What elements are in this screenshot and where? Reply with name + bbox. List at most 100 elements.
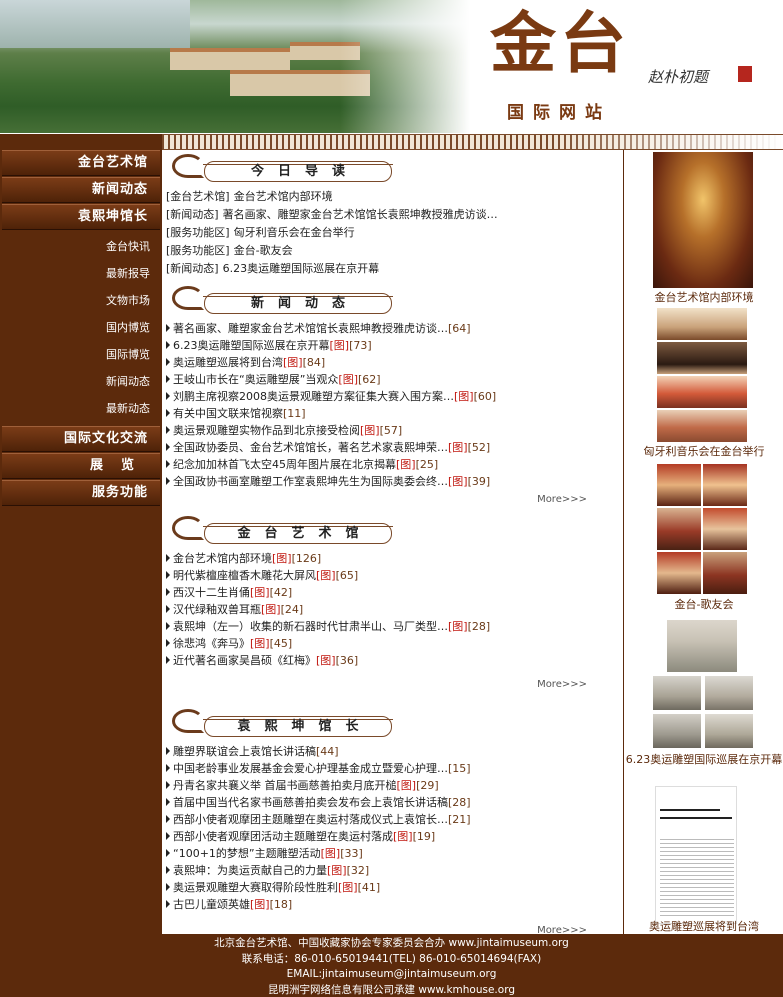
- list-item[interactable]: 雕塑界联谊会上袁馆长讲话稿[44]: [166, 743, 623, 760]
- digest-row[interactable]: [金台艺术馆] 金台艺术馆内部环境: [166, 188, 623, 206]
- view-count: [42]: [269, 586, 293, 599]
- list-item[interactable]: 丹青名家共襄义举 首届书画慈善拍卖月底开槌[图][29]: [166, 777, 623, 794]
- bullet-arrow-icon: [166, 900, 170, 908]
- photo-sculpture-square[interactable]: [667, 620, 737, 672]
- view-count: [41]: [357, 881, 381, 894]
- sidebar-item-services[interactable]: 服务功能: [2, 480, 160, 506]
- bullet-arrow-icon: [166, 443, 170, 451]
- image-badge: [图]: [338, 881, 358, 894]
- photo-singers-6[interactable]: [703, 552, 747, 594]
- list-item[interactable]: 奥运雕塑巡展将到台湾[图][84]: [166, 354, 623, 371]
- image-badge: [图]: [396, 779, 417, 792]
- photo-concert-3[interactable]: [657, 376, 747, 408]
- list-item[interactable]: “100+1的梦想”主题雕塑活动[图][33]: [166, 845, 623, 862]
- list-item[interactable]: 有关中国文联来馆视察[11]: [166, 405, 623, 422]
- caption-museum-interior[interactable]: 金台艺术馆内部环境: [625, 291, 783, 304]
- bullet-arrow-icon: [166, 358, 170, 366]
- photo-singers-4[interactable]: [703, 508, 747, 550]
- photo-singers-5[interactable]: [657, 552, 701, 594]
- list-item[interactable]: 西部小使者观摩团主题雕塑在奥运村落成仪式上袁馆长…[21]: [166, 811, 623, 828]
- site-logo[interactable]: 金台: [490, 10, 630, 76]
- caption-sculpture-tour[interactable]: 6.23奥运雕塑国际巡展在京开幕: [625, 753, 783, 766]
- list-item[interactable]: 近代著名画家吴昌硕《红梅》[图][36]: [166, 652, 623, 669]
- bullet-arrow-icon: [166, 324, 170, 332]
- sidebar-item-exhibition[interactable]: 展览: [2, 453, 160, 479]
- sidebar-subitem-reports[interactable]: 最新报导: [0, 260, 162, 287]
- sidebar-subitem-international[interactable]: 国际博览: [0, 341, 162, 368]
- photo-singers-2[interactable]: [703, 464, 747, 506]
- view-count: [36]: [335, 654, 359, 667]
- sidebar-subitem-domestic[interactable]: 国内博览: [0, 314, 162, 341]
- photo-singers-1[interactable]: [657, 464, 701, 506]
- list-item[interactable]: 奥运景观雕塑实物作品到北京接受检阅[图][57]: [166, 422, 623, 439]
- list-item[interactable]: 汉代绿釉双兽耳瓶[图][24]: [166, 601, 623, 618]
- photo-singers-3[interactable]: [657, 508, 701, 550]
- photo-concert-4[interactable]: [657, 410, 747, 442]
- view-count: [28]: [467, 620, 491, 633]
- list-item[interactable]: 王岐山市长在“奥运雕塑展”当观众[图][62]: [166, 371, 623, 388]
- digest-row[interactable]: [服务功能区] 匈牙利音乐会在金台举行: [166, 224, 623, 242]
- list-item[interactable]: 袁熙坤：为奥运贡献自己的力量[图][32]: [166, 862, 623, 879]
- list-item-title: 金台艺术馆内部环境: [173, 552, 272, 565]
- sidebar-item-news[interactable]: 新闻动态: [2, 177, 160, 203]
- list-item[interactable]: 西部小使者观摩团活动主题雕塑在奥运村落成[图][19]: [166, 828, 623, 845]
- list-item-title: 奥运景观雕塑大赛取得阶段性胜利: [173, 881, 338, 894]
- section-title: 今日导读: [250, 164, 359, 179]
- list-item[interactable]: 刘鹏主席视察2008奥运景观雕塑方案征集大赛入围方案…[图][60]: [166, 388, 623, 405]
- photo-sculpture-2[interactable]: [705, 676, 753, 710]
- list-item-title: 近代著名画家吴昌硕《红梅》: [173, 654, 316, 667]
- list-item[interactable]: 纪念加加林首飞太空45周年图片展在北京揭幕[图][25]: [166, 456, 623, 473]
- sidebar-item-director[interactable]: 袁熙坤馆长: [2, 204, 160, 230]
- bullet-arrow-icon: [166, 554, 170, 562]
- list-item[interactable]: 中国老龄事业发展基金会爱心护理基金成立暨爱心护理…[15]: [166, 760, 623, 777]
- list-item[interactable]: 全国政协书画室雕塑工作室袁熙坤先生为国际奥委会终…[图][39]: [166, 473, 623, 490]
- list-item[interactable]: 6.23奥运雕塑国际巡展在京开幕[图][73]: [166, 337, 623, 354]
- image-badge: [图]: [327, 864, 347, 877]
- caption-taiwan-tour[interactable]: 奥运雕塑巡展将到台湾: [625, 920, 783, 933]
- list-item[interactable]: 金台艺术馆内部环境[图][126]: [166, 550, 623, 567]
- list-item[interactable]: 徐悲鸿《奔马》[图][45]: [166, 635, 623, 652]
- sidebar-subitem-flash[interactable]: 金台快讯: [0, 233, 162, 260]
- image-badge: [图]: [396, 458, 416, 471]
- view-count: [73]: [349, 339, 372, 352]
- list-item[interactable]: 西汉十二生肖俑[图][42]: [166, 584, 623, 601]
- photo-concert-2[interactable]: [657, 342, 747, 374]
- view-count: [126]: [291, 552, 322, 565]
- view-count: [19]: [412, 830, 436, 843]
- list-item[interactable]: 明代紫檀座檀香木雕花大屏风[图][65]: [166, 567, 623, 584]
- list-item[interactable]: 首届中国当代名家书画慈善拍卖会发布会上袁馆长讲话稿[28]: [166, 794, 623, 811]
- digest-row[interactable]: [新闻动态] 6.23奥运雕塑国际巡展在京开幕: [166, 260, 623, 278]
- list-item[interactable]: 古巴儿童颂英雄[图][18]: [166, 896, 623, 913]
- list-item-title: 明代紫檀座檀香木雕花大屏风: [173, 569, 316, 582]
- view-count: [18]: [269, 898, 293, 911]
- photo-sculpture-4[interactable]: [705, 714, 753, 748]
- photo-newspaper[interactable]: [655, 786, 737, 924]
- list-item[interactable]: 全国政协委员、金台艺术馆馆长，著名艺术家袁熙坤荣…[图][52]: [166, 439, 623, 456]
- bullet-arrow-icon: [166, 883, 170, 891]
- sidebar-item-museum[interactable]: 金台艺术馆: [2, 150, 160, 176]
- bullet-arrow-icon: [166, 375, 170, 383]
- list-item[interactable]: 袁熙坤（左一）收集的新石器时代甘肃半山、马厂类型…[图][28]: [166, 618, 623, 635]
- museum-more-link[interactable]: More>>>: [162, 675, 623, 695]
- list-item[interactable]: 奥运景观雕塑大赛取得阶段性胜利[图][41]: [166, 879, 623, 896]
- footer-email: EMAIL:jintaimuseum@jintaimuseum.org: [286, 968, 497, 980]
- image-badge: [图]: [360, 424, 380, 437]
- photo-museum-interior[interactable]: [653, 152, 753, 288]
- sidebar-subitem-market[interactable]: 文物市场: [0, 287, 162, 314]
- photo-sculpture-1[interactable]: [653, 676, 701, 710]
- sidebar-subitem-news[interactable]: 新闻动态: [0, 368, 162, 395]
- list-item-title: 中国老龄事业发展基金会爱心护理基金成立暨爱心护理…: [173, 762, 448, 775]
- photo-concert-1[interactable]: [657, 308, 747, 340]
- photo-sculpture-3[interactable]: [653, 714, 701, 748]
- list-item-title: 著名画家、雕塑家金台艺术馆馆长袁熙坤教授雅虎访谈…: [173, 322, 448, 335]
- section-title: 袁熙坤馆长: [237, 719, 373, 734]
- digest-row[interactable]: [服务功能区] 金台-歌友会: [166, 242, 623, 260]
- digest-row[interactable]: [新闻动态] 著名画家、雕塑家金台艺术馆馆长袁熙坤教授雅虎访谈…: [166, 206, 623, 224]
- caption-singers[interactable]: 金台-歌友会: [625, 598, 783, 611]
- sidebar-item-exchange[interactable]: 国际文化交流: [2, 426, 160, 452]
- image-badge: [图]: [250, 898, 270, 911]
- sidebar-subitem-latest[interactable]: 最新动态: [0, 395, 162, 422]
- news-more-link[interactable]: More>>>: [162, 490, 623, 510]
- caption-concert[interactable]: 匈牙利音乐会在金台举行: [625, 445, 783, 458]
- list-item[interactable]: 著名画家、雕塑家金台艺术馆馆长袁熙坤教授雅虎访谈…[64]: [166, 320, 623, 337]
